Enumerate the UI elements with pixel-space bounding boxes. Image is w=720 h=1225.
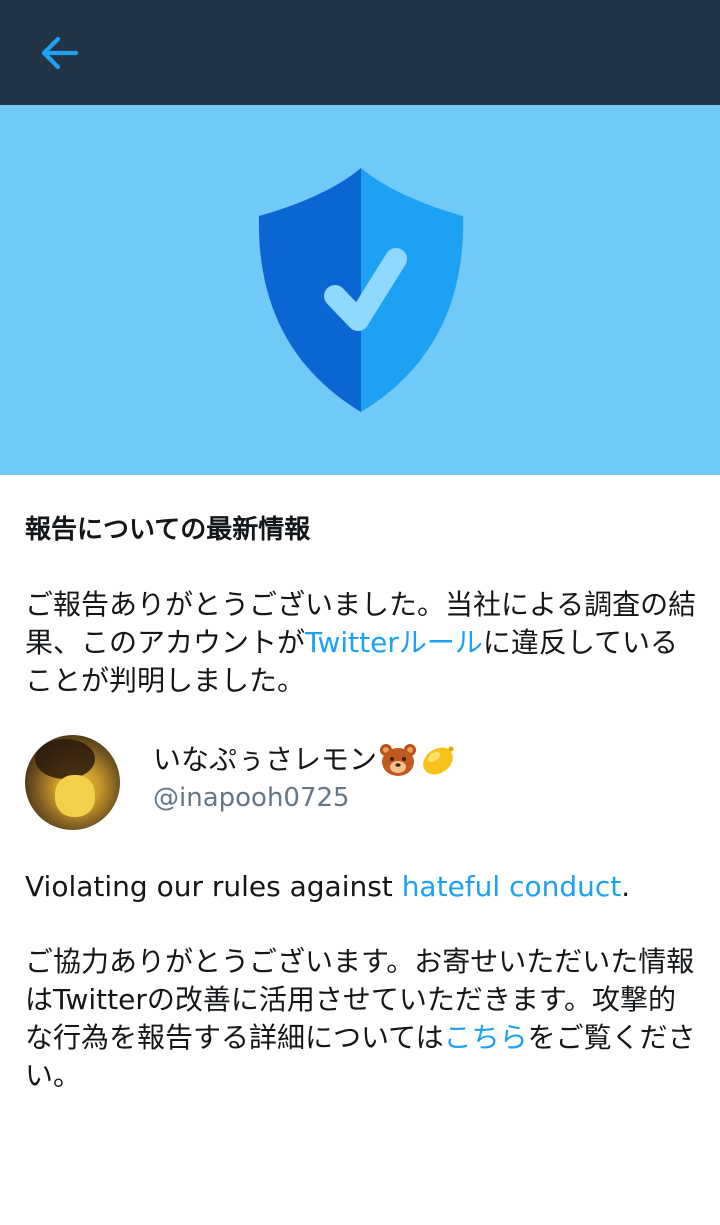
reported-account[interactable]: いなぷぅさレモン @inapooh0725 (25, 734, 697, 834)
back-button[interactable] (24, 22, 96, 84)
violation-text: Violating our rules against (25, 870, 402, 903)
account-handle: @inapooh0725 (153, 783, 350, 813)
shield-check-icon (258, 168, 464, 412)
page-title: 報告についての最新情報 (25, 515, 311, 545)
bear-face-icon (380, 744, 417, 776)
account-name: いなぷぅさレモン (153, 742, 457, 778)
report-update-content: 報告についての最新情報 ご報告ありがとうございました。当社による調査の結果、この… (25, 510, 697, 1092)
hateful-conduct-link[interactable]: hateful conduct (402, 870, 622, 903)
avatar-hand (55, 775, 95, 817)
report-result-message: ご報告ありがとうございました。当社による調査の結果、このアカウントがTwitte… (25, 586, 697, 700)
top-app-bar (0, 0, 720, 105)
account-name-text: いなぷぅさレモン (153, 743, 378, 776)
thanks-message: ご協力ありがとうございます。お寄せいただいた情報はTwitterの改善に活用させ… (25, 943, 697, 1095)
learn-more-link[interactable]: こちら (444, 1021, 528, 1054)
violation-message: Violating our rules against hateful cond… (25, 868, 697, 906)
arrow-left-icon (41, 36, 79, 70)
lemon-icon (423, 746, 454, 775)
avatar-hair (35, 739, 95, 779)
twitter-rules-link[interactable]: Twitterルール (305, 626, 483, 659)
avatar[interactable] (25, 735, 120, 830)
violation-text-end: . (621, 870, 631, 903)
